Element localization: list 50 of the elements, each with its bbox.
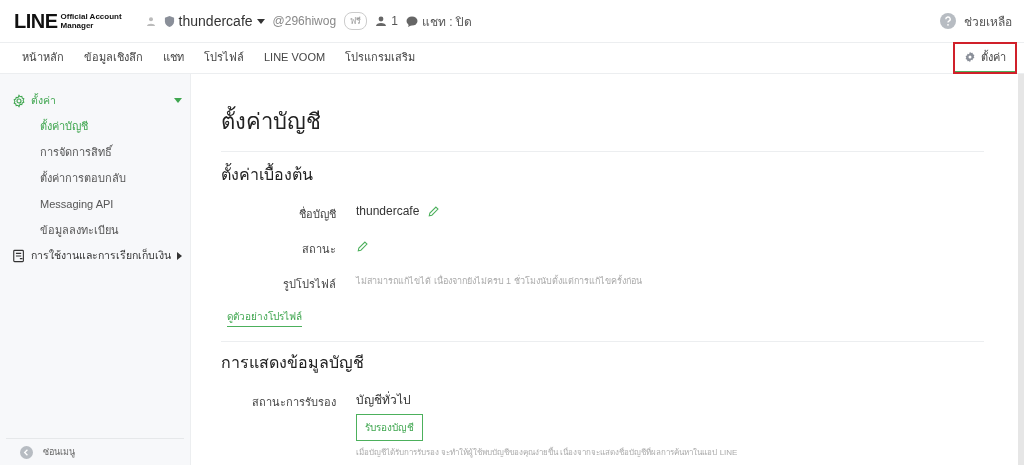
nav-tab[interactable]: ตั้งค่า bbox=[954, 43, 1016, 73]
field-label: ชื่อบัญชี bbox=[298, 205, 336, 223]
logo-subtitle: Manager bbox=[60, 21, 95, 30]
field-label: สถานะการรับรอง bbox=[251, 395, 336, 410]
caret-icon bbox=[174, 98, 182, 103]
account-selector[interactable]: thundercafe bbox=[163, 13, 265, 29]
gear-icon bbox=[12, 93, 26, 108]
chat-bubble-icon bbox=[405, 15, 418, 27]
person-icon bbox=[145, 16, 156, 26]
logo-subtitle: Official Account bbox=[60, 12, 122, 21]
sidebar-item[interactable]: ตั้งค่าการตอบกลับ bbox=[0, 165, 190, 191]
hide-menu-link[interactable]: ซ่อนเมนู bbox=[43, 445, 75, 459]
section-title: ตั้งค่าเบื้องต้น bbox=[221, 162, 984, 187]
nav-tab[interactable]: LINE VOOM bbox=[254, 43, 336, 73]
pencil-icon[interactable] bbox=[356, 239, 369, 253]
sidebar-item[interactable]: ข้อมูลลงทะเบียน bbox=[0, 217, 190, 243]
account-id: @296hiwog bbox=[272, 14, 337, 28]
section-title: การแสดงข้อมูลบัญชี bbox=[221, 353, 365, 375]
field-label: รูปโปรไฟล์ bbox=[282, 277, 336, 293]
follower-count: 1 bbox=[391, 14, 398, 28]
nav-tab[interactable]: ข้อมูลเชิงลึก bbox=[74, 43, 153, 73]
document-icon bbox=[12, 248, 26, 263]
chat-status: แชท : ปิด bbox=[421, 13, 472, 31]
caret-icon bbox=[177, 251, 182, 260]
hint-text: ไม่สามารถแก้ไขได้ เนื่องจากยังไม่ครบ 1 ชั่วโมงนับตั้งแต่การแก้ไขครั้งก่อน bbox=[356, 274, 642, 288]
shield-icon bbox=[163, 14, 175, 28]
sidebar-group[interactable]: การใช้งานและการเรียกเก็บเงิน bbox=[0, 243, 190, 268]
collapse-icon bbox=[20, 445, 33, 459]
gear-icon bbox=[964, 51, 976, 63]
field-value: thundercafe bbox=[356, 204, 420, 218]
field-label: สถานะ bbox=[301, 242, 336, 257]
sidebar-item[interactable]: Messaging API bbox=[0, 191, 190, 217]
help-icon bbox=[940, 13, 956, 29]
sidebar-group-label: การใช้งานและการเรียกเก็บเงิน bbox=[31, 247, 172, 263]
scrollbar[interactable] bbox=[1018, 74, 1024, 465]
logo-text: LINE bbox=[14, 9, 58, 33]
caret-icon bbox=[256, 18, 265, 24]
nav-tab[interactable]: หน้าหลัก bbox=[12, 43, 74, 73]
help-link[interactable]: ช่วยเหลือ bbox=[964, 11, 1012, 31]
nav-tab[interactable]: โปรไฟล์ bbox=[194, 43, 254, 73]
hint-text: เมื่อบัญชีได้รับการรับรอง จะทำให้ผู้ใช้พบบัญชีของคุณง่ายขึ้น เนื่องจากจะแสดงชื่อบัญชีที่ผลการค้นหาในแอป LINE bbox=[356, 446, 738, 459]
field-value: บัญชีทั่วไป bbox=[356, 390, 411, 409]
nav-tab[interactable]: แชท bbox=[153, 43, 194, 73]
sidebar-item[interactable]: การจัดการสิทธิ์ bbox=[0, 139, 190, 165]
page-title: ตั้งค่าบัญชี bbox=[221, 104, 984, 152]
plan-badge: ฟรี bbox=[344, 12, 368, 30]
people-icon bbox=[375, 16, 388, 26]
sidebar-group-label: ตั้งค่า bbox=[31, 92, 57, 108]
nav-tab[interactable]: โปรแกรมเสริม bbox=[335, 43, 426, 73]
pencil-icon[interactable] bbox=[427, 204, 441, 218]
